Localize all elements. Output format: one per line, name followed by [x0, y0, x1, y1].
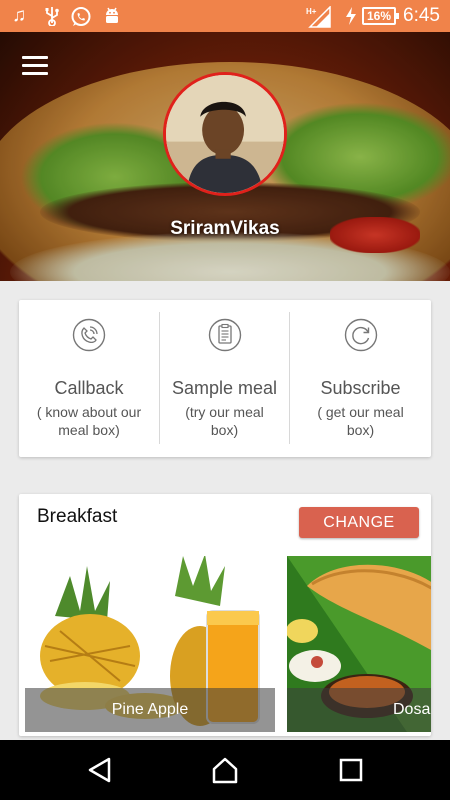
music-icon: ♫ — [12, 5, 27, 26]
usb-icon — [42, 6, 62, 31]
subscribe-icon — [344, 318, 377, 352]
sample-meal-option[interactable]: Sample meal (try our meal box) — [160, 300, 289, 457]
home-icon[interactable] — [210, 756, 240, 784]
avatar[interactable] — [163, 72, 287, 196]
callback-option[interactable]: Callback ( know about our meal box) — [19, 300, 159, 457]
battery-indicator: 16% — [362, 7, 399, 25]
status-time: 6:45 — [403, 5, 440, 26]
charging-icon — [344, 6, 358, 31]
status-bar: ♫ H+ 16% 6:45 — [0, 0, 450, 32]
hamburger-menu-icon[interactable] — [22, 56, 48, 76]
callback-title: Callback — [54, 378, 124, 398]
profile-name: SriramVikas — [170, 218, 280, 239]
profile-header: SriramVikas — [0, 32, 450, 281]
meal-title: Breakfast — [37, 506, 118, 527]
signal-hplus-icon: H+ — [306, 5, 332, 33]
sample-meal-description: (try our meal box) — [185, 404, 264, 438]
callback-icon — [72, 318, 106, 352]
callback-description: ( know about our meal box) — [36, 404, 142, 438]
sample-meal-title: Sample meal — [171, 378, 278, 398]
subscribe-description: ( get our meal box) — [317, 404, 404, 438]
whatsapp-icon — [70, 6, 92, 33]
back-icon[interactable] — [85, 756, 115, 784]
navigation-bar — [0, 740, 450, 800]
android-debug-icon — [102, 6, 122, 31]
sample-meal-icon — [208, 318, 241, 352]
subscribe-option[interactable]: Subscribe ( get our meal box) — [290, 300, 431, 457]
breakfast-card: Breakfast CHANGE Pine Apple Dosa — [19, 494, 431, 736]
food-item-dosa[interactable]: Dosa — [287, 556, 431, 732]
svg-text:H+: H+ — [306, 7, 317, 16]
food-item-pineapple[interactable]: Pine Apple — [25, 556, 275, 732]
food-item-caption: Pine Apple — [25, 688, 275, 732]
recents-icon[interactable] — [336, 756, 366, 784]
subscribe-title: Subscribe — [320, 378, 401, 398]
food-item-caption: Dosa — [287, 688, 431, 732]
change-button[interactable]: CHANGE — [299, 507, 419, 538]
options-card: Callback ( know about our meal box) Samp… — [19, 300, 431, 457]
